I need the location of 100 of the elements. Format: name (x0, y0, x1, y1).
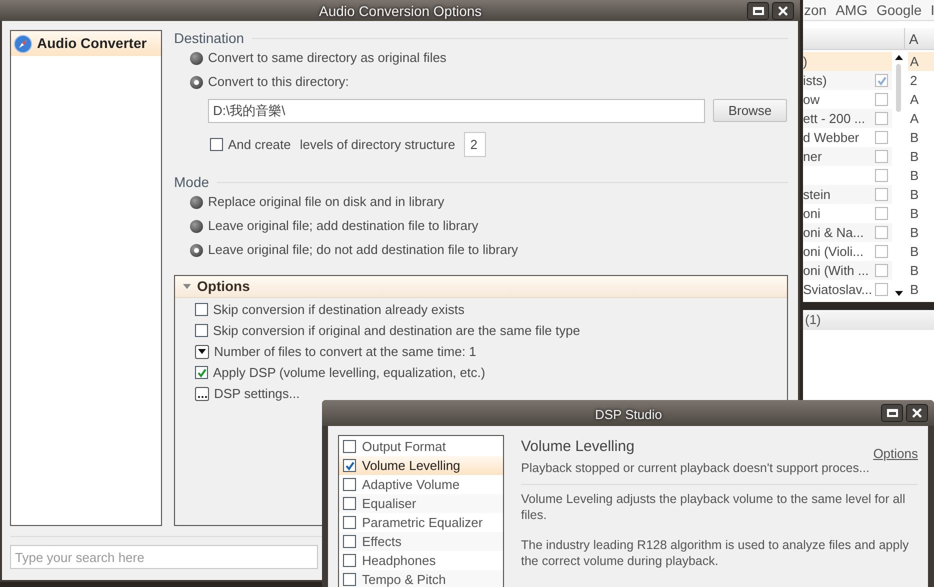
table-cell: A (908, 52, 934, 71)
sidebar-item[interactable]: Audio Converter (11, 31, 161, 56)
checkbox[interactable] (875, 74, 888, 87)
row-label: ) (803, 52, 808, 71)
checkbox[interactable] (875, 169, 888, 182)
checkbox[interactable] (875, 264, 888, 277)
maximize-icon[interactable] (881, 404, 903, 422)
row-label: Sviatoslav... (803, 280, 872, 299)
checkbox[interactable] (875, 245, 888, 258)
row-label: d Webber (803, 128, 860, 147)
checkbox[interactable] (875, 150, 888, 163)
checkbox[interactable] (343, 440, 356, 453)
checkbox[interactable] (875, 93, 888, 106)
scroll-up-icon[interactable] (894, 55, 902, 60)
table-cell-text: A (909, 110, 920, 128)
checkbox[interactable] (875, 131, 888, 144)
menu-item[interactable]: zon (804, 0, 827, 20)
checkbox[interactable] (875, 226, 888, 239)
description-text: Volume Leveling adjusts the playback volume to the same level for all files. (521, 491, 906, 524)
browse-button[interactable]: Browse (713, 99, 787, 122)
list-row[interactable]: ists) (803, 71, 892, 90)
menu-item[interactable]: I (930, 0, 934, 20)
checkbox[interactable] (210, 138, 223, 151)
checkbox-label: levels of directory structure (300, 136, 456, 154)
status-text: Playback stopped or current playback doesn't support proces... (521, 460, 870, 477)
row-label: ett - 200 ... (803, 110, 866, 128)
module-item[interactable]: Tempo & Pitch (339, 570, 503, 587)
table-cell-text: B (909, 205, 920, 223)
radio-button[interactable] (190, 196, 203, 208)
table-cell-text: B (909, 224, 920, 242)
table-cell-text: B (909, 129, 920, 147)
table-cell-text: B (909, 262, 920, 280)
checkbox[interactable] (343, 459, 356, 472)
checkbox[interactable] (343, 478, 356, 491)
module-item[interactable]: Effects (339, 532, 503, 551)
option-label: Skip conversion if destination already exists (213, 300, 464, 319)
table-cell-text: B (909, 281, 920, 299)
radio-label: Convert to same directory as original files (208, 49, 446, 68)
list-row[interactable]: ner (803, 147, 892, 166)
checkbox[interactable] (875, 188, 888, 201)
row-label: oni (With ... (803, 262, 869, 280)
section-heading: Destination (174, 28, 244, 48)
row-label: oni & Na... (803, 224, 864, 242)
row-label: ner (803, 148, 822, 166)
list-row[interactable]: stein (803, 185, 892, 204)
checkbox-label: And create (228, 136, 291, 154)
option-label: DSP settings... (214, 384, 300, 403)
scroll-down-icon[interactable] (894, 291, 902, 296)
radio-button[interactable] (190, 76, 203, 88)
option-label: Skip conversion if original and destination are the same file type (213, 322, 580, 340)
table-cell-text: B (909, 148, 920, 166)
checkbox[interactable] (343, 535, 356, 548)
menu-item[interactable]: AMG (836, 0, 868, 20)
table-cell-text: 2 (909, 72, 918, 90)
list-row[interactable]: ett - 200 ... (803, 109, 892, 128)
radio-button[interactable] (190, 220, 203, 232)
table-cell-text: A (909, 91, 920, 109)
close-icon[interactable] (772, 2, 794, 20)
radio-label: Replace original file on disk and in library (208, 193, 444, 212)
checkbox[interactable] (195, 324, 208, 337)
section-heading: Mode (174, 172, 210, 192)
compass-icon (14, 34, 32, 52)
options-link[interactable]: Options (873, 444, 918, 464)
row-label: ists) (803, 72, 827, 90)
dropdown-icon[interactable] (195, 344, 209, 358)
table-cell-text: B (909, 167, 920, 185)
checkbox[interactable] (875, 207, 888, 220)
table-cell-text: B (909, 186, 920, 204)
radio-button[interactable] (190, 52, 203, 64)
options-header[interactable]: Options (175, 276, 787, 298)
checkbox[interactable] (875, 112, 888, 125)
ellipsis-icon[interactable] (195, 386, 209, 400)
caret-icon (183, 284, 191, 289)
checkbox[interactable] (343, 554, 356, 567)
row-label: oni (803, 204, 820, 223)
list-row[interactable]: ) (803, 52, 892, 71)
row-label: oni (Violi... (803, 242, 864, 261)
close-icon[interactable] (906, 404, 928, 422)
panel-count: (1) (805, 311, 821, 330)
checkbox[interactable] (343, 497, 356, 510)
module-item[interactable]: Equaliser (339, 494, 503, 513)
menu-item[interactable]: Google (876, 0, 922, 20)
module-item[interactable]: Volume Levelling (339, 456, 503, 475)
checkbox[interactable] (875, 283, 888, 296)
row-label: ow (803, 90, 820, 109)
list-row[interactable]: oni & Na... (803, 223, 892, 242)
levels-field[interactable]: 2 (464, 132, 486, 157)
checkbox[interactable] (195, 366, 208, 379)
row-label: stein (803, 186, 830, 204)
description-text: The industry leading R128 algorithm is used to analyze files and apply the correct volume during playback. (521, 537, 910, 570)
checkbox[interactable] (195, 303, 208, 316)
radio-button[interactable] (190, 244, 203, 256)
search-field[interactable]: Type your search here (10, 545, 318, 569)
option-label: Apply DSP (volume levelling, equalization, etc.) (213, 364, 486, 382)
maximize-icon[interactable] (747, 2, 769, 20)
directory-field[interactable]: D:\我的音樂\ (208, 99, 705, 123)
list-row[interactable]: oni (With ... (803, 261, 892, 280)
checkbox[interactable] (343, 516, 356, 529)
radio-label: Leave original file; do not add destination file to library (208, 241, 518, 260)
checkbox[interactable] (343, 573, 356, 586)
